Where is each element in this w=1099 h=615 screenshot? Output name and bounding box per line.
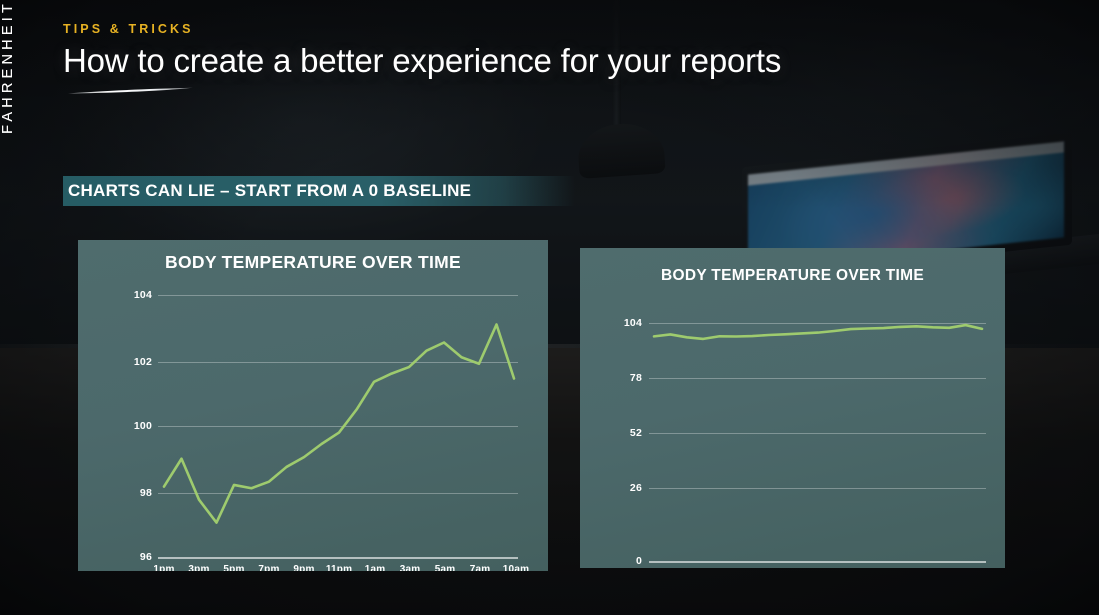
title-underline-swoosh [68, 87, 193, 94]
y-axis-title-right: FAHRENHEIT [0, 0, 16, 134]
page-title: How to create a better experience for yo… [63, 42, 782, 79]
chart-plot-area-right: BODY TEMPERATURE OVER TIME 104 78 52 26 … [580, 267, 1005, 568]
slide-header: TIPS & TRICKS How to create a better exp… [63, 22, 1063, 94]
chart-panel-truncated-axis[interactable]: BODY TEMPERATURE OVER TIME 104 102 100 9… [78, 240, 548, 571]
temperature-line-right [652, 323, 984, 341]
eyebrow-label: TIPS & TRICKS [63, 22, 194, 36]
chart-plot-area-left: BODY TEMPERATURE OVER TIME 104 102 100 9… [78, 252, 548, 571]
section-banner: CHARTS CAN LIE – START FROM A 0 BASELINE [63, 176, 575, 206]
section-banner-label: CHARTS CAN LIE – START FROM A 0 BASELINE [68, 181, 472, 200]
chart-panel-zero-baseline[interactable]: BODY TEMPERATURE OVER TIME 104 78 52 26 … [580, 248, 1005, 568]
temperature-line-left [162, 323, 516, 524]
